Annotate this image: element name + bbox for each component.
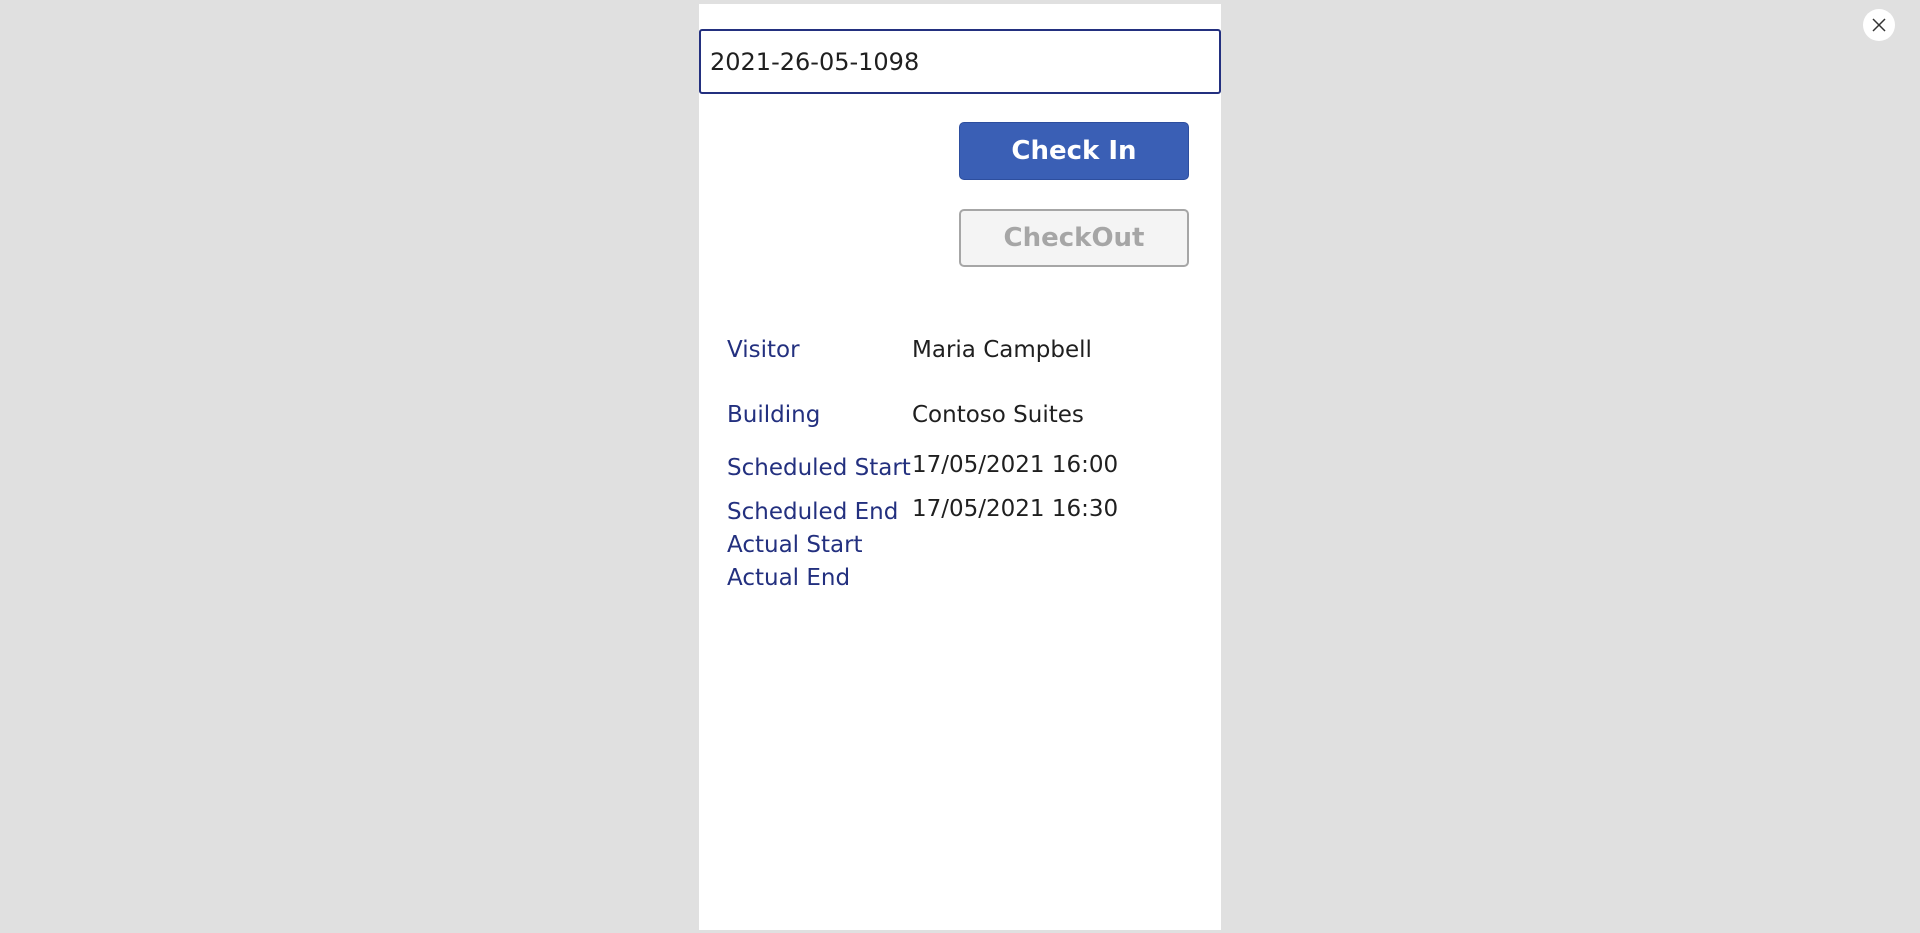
close-button[interactable] [1863, 9, 1895, 41]
app-panel: Check In CheckOut Visitor Maria Campbell… [699, 4, 1221, 930]
building-label: Building [727, 402, 821, 428]
scheduled-end-label: Scheduled End [727, 499, 899, 525]
scheduled-start-value: 17/05/2021 16:00 [912, 452, 1119, 478]
building-value: Contoso Suites [912, 402, 1084, 428]
close-icon [1872, 18, 1886, 32]
check-out-button[interactable]: CheckOut [959, 209, 1189, 267]
check-in-button[interactable]: Check In [959, 122, 1189, 180]
scheduled-end-value: 17/05/2021 16:30 [912, 496, 1119, 522]
actual-start-label: Actual Start [727, 532, 863, 558]
actual-end-label: Actual End [727, 565, 851, 591]
visitor-label: Visitor [727, 337, 800, 363]
visitor-value: Maria Campbell [912, 337, 1092, 363]
visit-code-input[interactable] [699, 29, 1221, 94]
scheduled-start-label: Scheduled Start [727, 455, 911, 481]
